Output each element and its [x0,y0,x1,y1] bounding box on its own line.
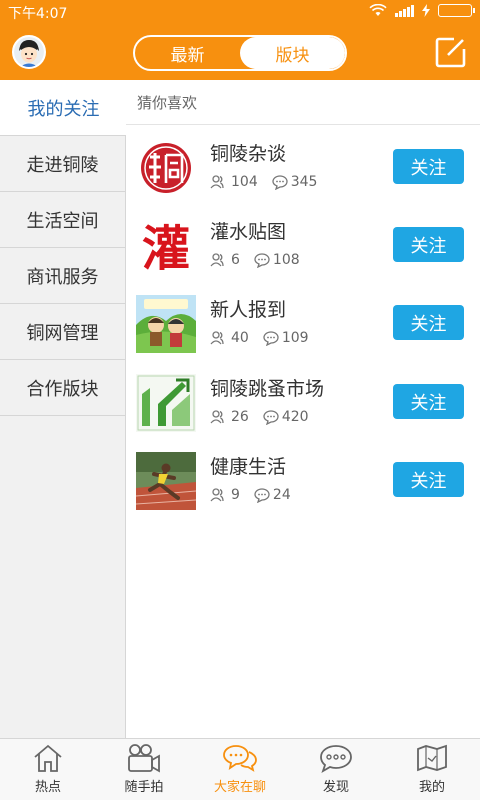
forum-name: 铜陵杂谈 [210,143,287,165]
tab-hot[interactable]: 热点 [0,739,96,800]
svg-text:灌: 灌 [142,221,190,275]
runner-photo-icon [136,452,196,510]
market-arrow-icon [136,374,196,432]
main-content: 猜你喜欢 铜陵杂谈 104 345 关注 灌 灌水贴图 6 108 关注 新人报… [126,80,480,738]
tab-label: 发现 [322,780,349,795]
forum-name: 灌水贴图 [210,221,287,243]
members-icon [210,253,224,267]
comment-icon [272,174,288,190]
member-count: 6 [231,252,240,268]
status-bar: 下午4:07 [0,0,480,24]
post-count: 109 [281,330,309,346]
tab-label: 我的 [418,780,445,795]
newcomer-cartoon-icon [136,295,196,353]
forum-name: 健康生活 [210,456,287,478]
member-count: 104 [231,174,258,190]
bottom-tab-bar: 热点 随手拍 大家在聊 发现 我的 [0,738,480,800]
follow-button[interactable]: 关注 [393,305,464,340]
app-header: 下午4:07 最新 版块 [0,0,480,80]
member-count: 9 [231,487,240,503]
chat-bubbles-icon [223,745,257,772]
forum-stats: 40 109 [210,330,323,346]
forum-name: 新人报到 [210,299,287,321]
follow-button[interactable]: 关注 [393,227,464,262]
comment-icon [263,330,279,346]
home-icon [34,744,62,772]
member-count: 26 [231,409,249,425]
forum-stats: 6 108 [210,252,314,268]
tab-label: 随手拍 [124,780,164,795]
list-item[interactable]: 健康生活 9 24 关注 [126,440,480,518]
comment-icon [254,252,270,268]
category-sidebar: 我的关注 走进铜陵 生活空间 商讯服务 铜网管理 合作版块 [0,80,127,738]
list-item[interactable]: 灌 灌水贴图 6 108 关注 [126,205,480,283]
list-item[interactable]: 新人报到 40 109 关注 [126,283,480,361]
list-item[interactable]: 铜陵杂谈 104 345 关注 [126,127,480,205]
section-title: 猜你喜欢 [126,80,480,125]
view-switch: 最新 版块 [133,35,347,71]
video-camera-icon [128,744,160,773]
post-count: 345 [290,174,318,190]
guan-character-icon: 灌 [136,217,196,275]
avatar-icon [14,37,44,67]
tab-label: 热点 [34,780,61,795]
members-icon [210,175,224,189]
follow-button[interactable]: 关注 [393,149,464,184]
member-count: 40 [231,330,249,346]
sidebar-item-life[interactable]: 生活空间 [0,192,125,248]
tab-label: 大家在聊 [213,780,266,795]
battery-icon [438,4,475,17]
sidebar-item-my-follows[interactable]: 我的关注 [0,80,127,136]
sidebar-item-business[interactable]: 商讯服务 [0,248,125,304]
post-count: 24 [272,487,291,503]
tab-chatting[interactable]: 大家在聊 [192,739,288,800]
wifi-icon [369,4,387,16]
speech-bubble-icon [320,745,352,773]
sidebar-item-tongling[interactable]: 走进铜陵 [0,136,125,192]
forum-name: 铜陵跳蚤市场 [210,378,325,400]
tongling-seal-icon [136,139,196,197]
follow-button[interactable]: 关注 [393,384,464,419]
sidebar-item-partners[interactable]: 合作版块 [0,360,125,416]
follow-button[interactable]: 关注 [393,462,464,497]
tab-latest[interactable]: 最新 [135,37,240,69]
map-icon [417,744,447,772]
forum-stats: 104 345 [210,174,331,190]
members-icon [210,410,224,424]
status-time: 下午4:07 [8,6,68,22]
members-icon [210,488,224,502]
comment-icon [263,409,279,425]
comment-icon [254,487,270,503]
list-item[interactable]: 铜陵跳蚤市场 26 420 关注 [126,362,480,440]
forum-stats: 26 420 [210,409,323,425]
edit-icon [435,37,466,68]
compose-button[interactable] [434,35,468,69]
tab-discover[interactable]: 发现 [288,739,384,800]
post-count: 420 [281,409,309,425]
sidebar-item-management[interactable]: 铜网管理 [0,304,125,360]
charging-icon [422,4,430,17]
signal-icon [395,4,414,17]
tab-mine[interactable]: 我的 [384,739,480,800]
post-count: 108 [272,252,300,268]
tab-boards[interactable]: 版块 [240,37,345,69]
user-avatar[interactable] [12,35,46,69]
status-icons [369,4,475,17]
forum-stats: 9 24 [210,487,305,503]
tab-snapshot[interactable]: 随手拍 [96,739,192,800]
members-icon [210,331,224,345]
